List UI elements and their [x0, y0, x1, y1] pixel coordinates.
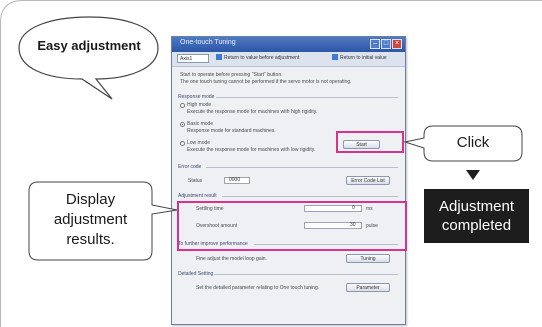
frame-top-line [22, 0, 542, 1]
return-icon [216, 54, 222, 60]
return-to-previous-label: Return to value before adjustment [224, 55, 300, 61]
divider [206, 167, 398, 168]
divider [222, 196, 398, 197]
window-toolbar: Axis1 Return to value before adjustment … [172, 52, 405, 67]
axis-select[interactable]: Axis1 [177, 54, 209, 63]
info-line-1: Start to operate before pressing "Start"… [180, 72, 283, 78]
return-to-initial-label: Return to initial value [340, 55, 387, 61]
response-mode-label: Response mode [178, 94, 215, 100]
one-touch-tuning-window: One-touch Tuning – □ × Axis1 Return to v… [171, 36, 406, 325]
status-label: Status [188, 178, 203, 184]
adjustment-result-label: Adjustment result [178, 193, 217, 199]
adjustment-completed-box: Adjustment completed [424, 189, 529, 243]
high-mode-radio[interactable] [180, 103, 185, 108]
basic-mode-label: Basic mode [187, 121, 214, 127]
low-mode-desc: Execute the response mode for machines w… [187, 147, 316, 153]
window-titlebar: One-touch Tuning – □ × [172, 37, 405, 52]
frame-corner [0, 0, 24, 24]
display-results-line-3: results. [66, 231, 115, 248]
divider [216, 97, 398, 98]
tuning-button[interactable]: Tuning [346, 254, 390, 263]
frame-left-line [0, 22, 1, 327]
maximize-button[interactable]: □ [381, 39, 391, 49]
start-highlight [336, 131, 404, 153]
basic-mode-radio[interactable] [180, 122, 185, 127]
reset-icon [332, 54, 338, 60]
info-line-2: The one touch tuning cannot be performed… [180, 79, 352, 85]
results-highlight [177, 201, 407, 251]
completed-line-2: completed [441, 217, 512, 234]
low-mode-radio[interactable] [180, 141, 185, 146]
click-text: Click [456, 134, 490, 151]
status-value: 0000 [229, 177, 241, 183]
return-to-previous-button[interactable]: Return to value before adjustment [216, 54, 299, 63]
close-button[interactable]: × [392, 39, 402, 49]
fine-adjust-text: Fine adjust the model loop gain. [196, 256, 267, 262]
down-arrow-icon [466, 170, 480, 180]
divider [214, 274, 398, 275]
return-to-initial-button[interactable]: Return to initial value [332, 54, 387, 63]
basic-mode-desc: Response mode for standard machines. [187, 128, 276, 134]
low-mode-label: Low mode [187, 140, 211, 146]
display-results-line-2: adjustment [53, 211, 128, 228]
display-results-text: Display adjustment results. [29, 190, 152, 250]
high-mode-desc: Execute the response mode for machines w… [187, 109, 318, 115]
completed-line-1: Adjustment [438, 198, 515, 215]
easy-adjustment-text: Easy adjustment [37, 38, 141, 53]
display-results-line-1: Display [65, 191, 116, 208]
detailed-setting-label: Detailed Setting [178, 271, 214, 277]
error-code-list-button[interactable]: Error Code List [346, 176, 390, 185]
parameter-button[interactable]: Parameter [346, 283, 390, 292]
minimize-button[interactable]: – [370, 39, 380, 49]
error-code-label: Error code [178, 164, 202, 170]
window-title: One-touch Tuning [180, 39, 236, 46]
detailed-setting-text: Set the detailed parameter relating to O… [196, 285, 320, 291]
high-mode-label: High mode [187, 102, 212, 108]
